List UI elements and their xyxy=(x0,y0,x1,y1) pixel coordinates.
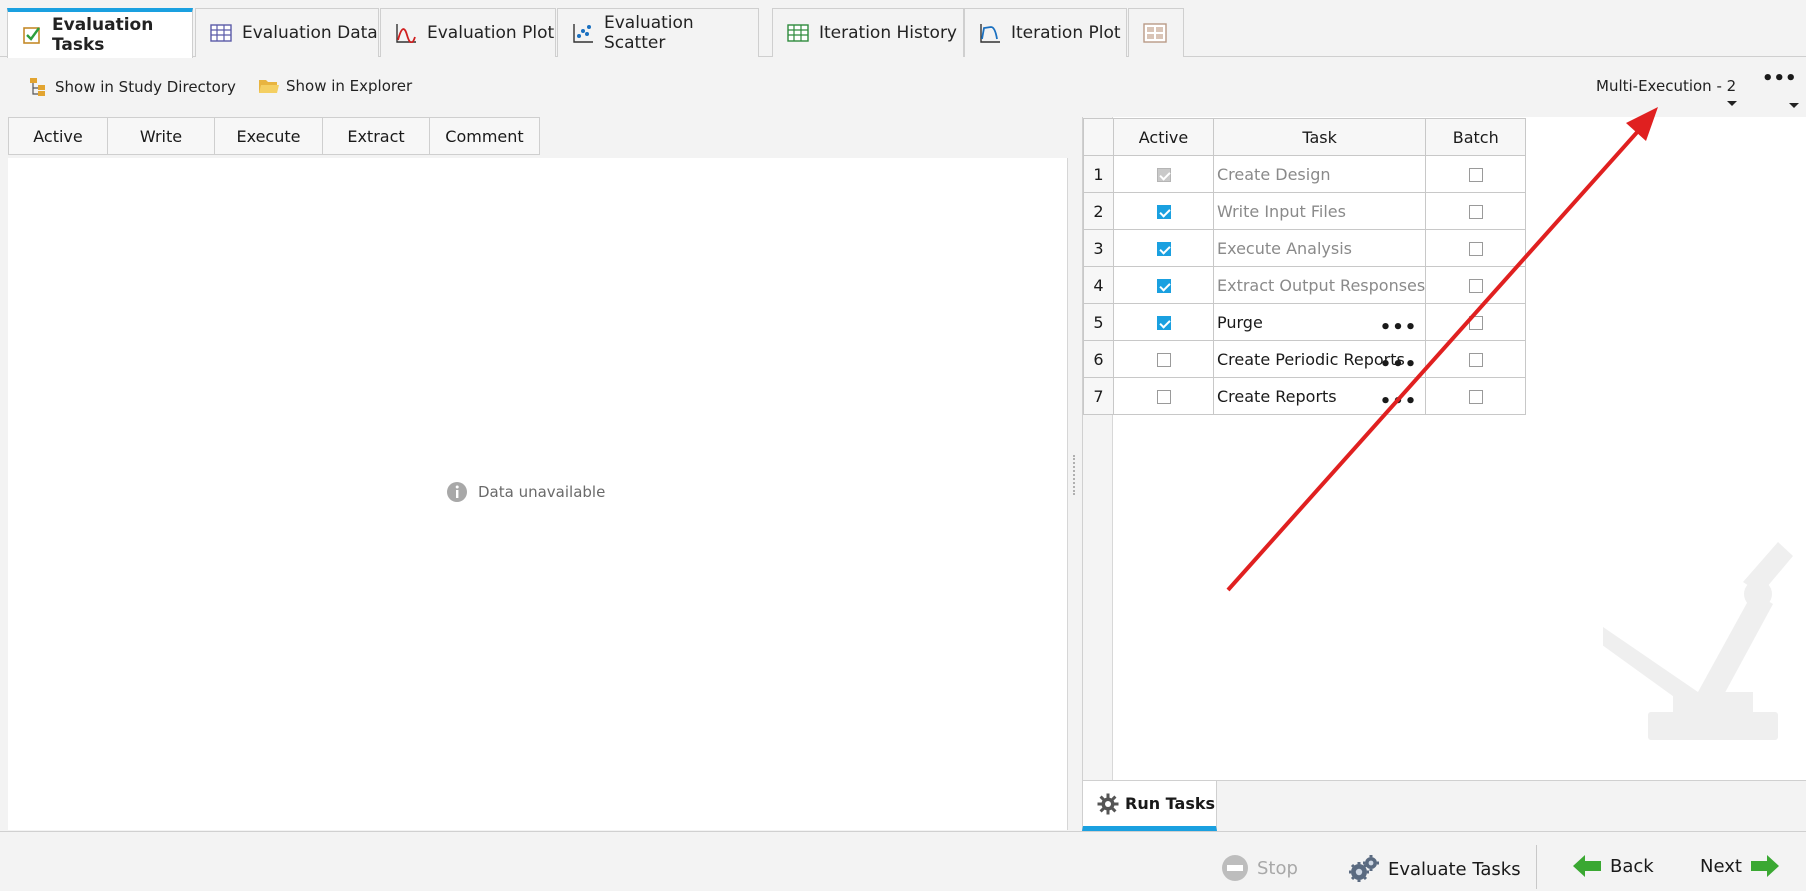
active-checkbox[interactable] xyxy=(1156,390,1171,404)
gears-icon xyxy=(1349,855,1379,882)
active-cell[interactable] xyxy=(1113,340,1214,378)
active-checkbox[interactable] xyxy=(1156,279,1171,293)
gear-icon xyxy=(1097,793,1119,814)
column-header-write[interactable]: Write xyxy=(107,117,215,155)
row-number: 1 xyxy=(1083,155,1114,193)
stop-button[interactable]: Stop xyxy=(1221,854,1298,882)
row-number: 2 xyxy=(1083,192,1114,230)
active-cell[interactable] xyxy=(1113,229,1214,267)
tab-label: Iteration History xyxy=(819,23,957,43)
active-cell[interactable] xyxy=(1113,266,1214,304)
column-header-extract[interactable]: Extract xyxy=(322,117,430,155)
active-cell[interactable] xyxy=(1113,377,1214,415)
button-label: Show in Explorer xyxy=(286,77,413,95)
tab-label: Evaluation Tasks xyxy=(52,15,154,55)
stop-icon xyxy=(1222,855,1248,881)
evaluation-grid-header: Active Write Execute Extract Comment xyxy=(8,117,1068,158)
row-number: 7 xyxy=(1083,377,1114,415)
active-checkbox[interactable] xyxy=(1156,353,1171,367)
tab-label: Evaluation Data xyxy=(242,23,378,43)
line-plot-icon xyxy=(396,24,416,43)
row-number: 5 xyxy=(1083,303,1114,341)
row-number: 6 xyxy=(1083,340,1114,378)
column-header-comment[interactable]: Comment xyxy=(429,117,540,155)
table-icon xyxy=(210,24,232,42)
button-label: Back xyxy=(1610,855,1654,877)
tab-iteration-plot[interactable]: Iteration Plot xyxy=(964,8,1127,57)
evaluation-grid-panel: Active Write Execute Extract Comment Dat… xyxy=(8,117,1068,830)
row-number: 3 xyxy=(1083,229,1114,267)
empty-state-message: Data unavailable xyxy=(478,483,606,501)
row-number: 4 xyxy=(1083,266,1114,304)
info-icon xyxy=(447,482,467,502)
active-checkbox[interactable] xyxy=(1156,168,1171,182)
tab-layout[interactable] xyxy=(1128,8,1184,57)
button-label: Show in Study Directory xyxy=(55,78,236,96)
corner-cell xyxy=(1083,118,1114,156)
active-cell[interactable] xyxy=(1113,192,1214,230)
layout-grid-icon xyxy=(1143,23,1167,43)
active-checkbox[interactable] xyxy=(1156,242,1171,256)
evaluation-tasks-icon xyxy=(23,27,40,44)
footer-divider xyxy=(1536,845,1537,889)
evaluate-tasks-button[interactable]: Evaluate Tasks xyxy=(1348,854,1521,884)
tab-evaluation-plot[interactable]: Evaluation Plot xyxy=(380,8,556,57)
active-cell[interactable] xyxy=(1113,155,1214,193)
show-in-study-directory-button[interactable]: Show in Study Directory xyxy=(29,77,236,97)
button-label: Stop xyxy=(1257,857,1298,879)
column-header-active[interactable]: Active xyxy=(1113,118,1214,156)
footer-bar: Stop Evaluate Tasks Back Next xyxy=(0,831,1806,891)
chevron-down-icon[interactable] xyxy=(1788,102,1800,110)
tab-label: Evaluation Scatter xyxy=(604,13,694,53)
tab-label: Evaluation Plot xyxy=(427,23,555,43)
tab-evaluation-scatter[interactable]: Evaluation Scatter xyxy=(557,8,759,57)
arrow-left-icon xyxy=(1573,855,1601,877)
active-checkbox[interactable] xyxy=(1156,205,1171,219)
grid-table-icon xyxy=(787,24,809,42)
tab-evaluation-data[interactable]: Evaluation Data xyxy=(195,8,379,57)
run-tab-bar: Run Tasks xyxy=(1082,780,1806,831)
scatter-icon xyxy=(573,24,593,43)
column-header-execute[interactable]: Execute xyxy=(214,117,323,155)
show-in-explorer-button[interactable]: Show in Explorer xyxy=(258,77,412,95)
empty-state: Data unavailable xyxy=(446,481,605,503)
annotation-arrow xyxy=(1226,107,1658,592)
tab-run-tasks[interactable]: Run Tasks xyxy=(1082,781,1217,831)
more-options-button[interactable]: ••• xyxy=(1762,68,1797,89)
button-label: Next xyxy=(1700,855,1742,877)
next-button[interactable]: Next xyxy=(1700,854,1780,878)
column-header-active[interactable]: Active xyxy=(8,117,108,155)
active-cell[interactable] xyxy=(1113,303,1214,341)
tab-label: Iteration Plot xyxy=(1011,23,1121,43)
tab-label: Run Tasks xyxy=(1125,794,1216,813)
study-directory-icon xyxy=(30,78,45,96)
tab-evaluation-tasks[interactable]: Evaluation Tasks xyxy=(7,8,193,58)
active-checkbox[interactable] xyxy=(1156,316,1171,330)
tab-bar: Evaluation Tasks Evaluation Data Evaluat… xyxy=(0,0,1806,58)
iteration-plot-icon xyxy=(980,24,1000,43)
back-button[interactable]: Back xyxy=(1572,854,1654,878)
chevron-down-icon[interactable] xyxy=(1726,100,1738,108)
folder-icon xyxy=(259,80,279,93)
tab-iteration-history[interactable]: Iteration History xyxy=(772,8,964,57)
button-label: Evaluate Tasks xyxy=(1388,858,1521,880)
panel-splitter[interactable] xyxy=(1073,455,1075,495)
arrow-right-icon xyxy=(1750,855,1779,877)
